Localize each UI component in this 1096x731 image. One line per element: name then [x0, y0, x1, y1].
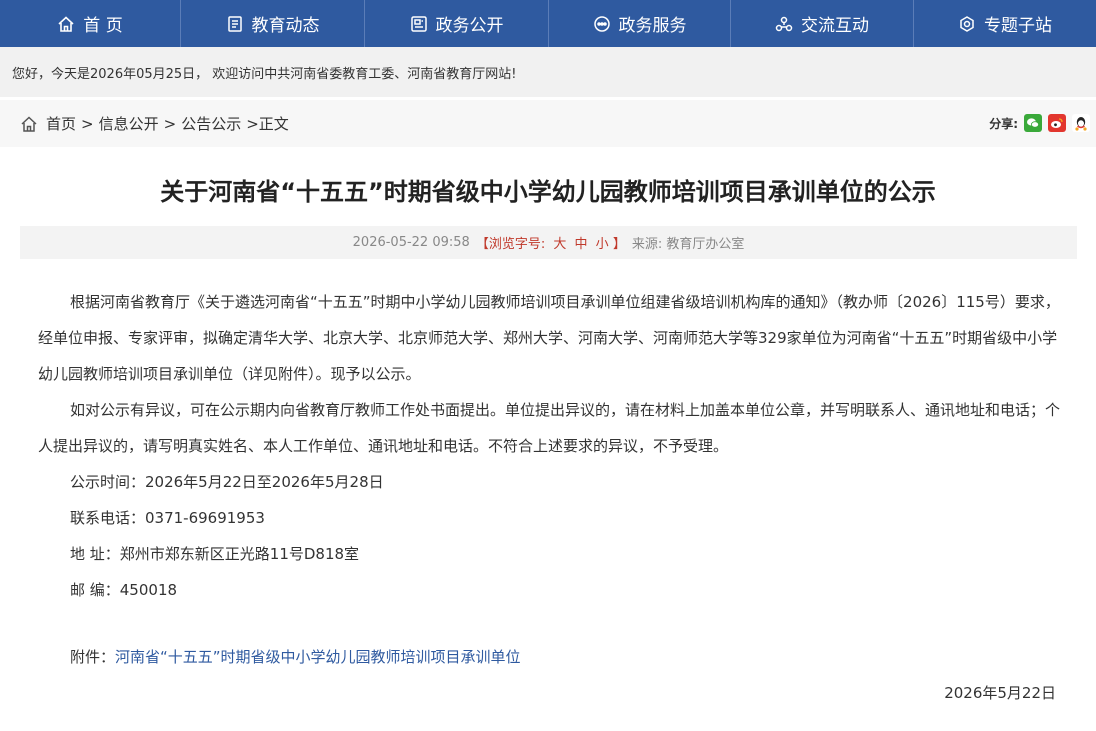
- home-icon: [57, 15, 75, 33]
- share-label: 分享:: [989, 116, 1018, 131]
- breadcrumb-info-public-link[interactable]: 信息公开: [99, 113, 159, 134]
- nav-item-home[interactable]: 首 页: [0, 0, 181, 47]
- welcome-text: 您好，今天是2026年05月25日， 欢迎访问中共河南省委教育工委、河南省教育厅…: [12, 66, 517, 82]
- attachment-label: 附件：: [70, 648, 116, 666]
- page-title: 关于河南省“十五五”时期省级中小学幼儿园教师培训项目承训单位的公示: [160, 178, 936, 206]
- nav-item-interaction[interactable]: 交流互动: [731, 0, 914, 47]
- font-size-close: 】: [612, 237, 626, 252]
- document-icon: [410, 15, 428, 33]
- nav-label: 首 页: [83, 16, 123, 36]
- nav-label: 专题子站: [984, 16, 1052, 36]
- article-body: 根据河南省教育厅《关于遴选河南省“十五五”时期中小学幼儿园教师培训项目承训单位组…: [38, 284, 1060, 608]
- paragraph-2: 如对公示有异议，可在公示期内向省教育厅教师工作处书面提出。单位提出异议的，请在材…: [38, 401, 1061, 455]
- article-source: 来源: 教育厅办公室: [631, 237, 745, 252]
- contact-postcode: 邮 编：450018: [70, 581, 178, 599]
- nav-item-gov-service[interactable]: 政务服务: [549, 0, 731, 47]
- nav-label: 政务服务: [618, 16, 687, 36]
- sign-date: 2026年5月22日: [944, 684, 1056, 702]
- top-nav: 首 页 教育动态 政务公开 政务服务 交流互动 专题子站: [0, 0, 1096, 47]
- contact-address: 地 址：郑州市郑东新区正光路11号D818室: [70, 545, 360, 563]
- breadcrumb-separator: >: [163, 114, 177, 133]
- breadcrumb-bar: 首页 > 信息公开 > 公告公示 > 正文 分享:: [0, 100, 1096, 147]
- interaction-icon: [775, 15, 793, 33]
- breadcrumb-home-link[interactable]: 首页: [46, 113, 76, 134]
- publicity-period: 公示时间：2026年5月22日至2026年5月28日: [70, 473, 384, 491]
- breadcrumb-announcement-link[interactable]: 公告公示: [181, 113, 241, 134]
- nav-label: 政务公开: [435, 16, 504, 36]
- font-size-medium-button[interactable]: 中: [575, 237, 588, 252]
- nav-item-topics[interactable]: 专题子站: [914, 0, 1096, 47]
- breadcrumb-current: 正文: [258, 115, 289, 133]
- font-size-label: 【浏览字号:: [475, 237, 546, 252]
- font-size-small-button[interactable]: 小: [596, 237, 609, 252]
- nav-label: 交流互动: [801, 16, 869, 36]
- topic-icon: [958, 15, 976, 33]
- home-icon: [20, 115, 38, 133]
- news-icon: [226, 15, 244, 33]
- breadcrumb: 首页 > 信息公开 > 公告公示 > 正文: [0, 113, 289, 134]
- welcome-bar: 您好，今天是2026年05月25日， 欢迎访问中共河南省委教育工委、河南省教育厅…: [0, 47, 1096, 97]
- breadcrumb-separator: >: [246, 114, 259, 133]
- nav-label: 教育动态: [251, 16, 320, 36]
- publish-datetime: 2026-05-22 09:58: [352, 235, 470, 250]
- attachment-link[interactable]: 河南省“十五五”时期省级中小学幼儿园教师培训项目承训单位: [115, 648, 521, 666]
- share-bar: 分享:: [989, 114, 1090, 132]
- breadcrumb-separator: >: [81, 114, 94, 133]
- service-icon: [593, 15, 611, 33]
- qq-share-icon[interactable]: [1072, 114, 1090, 132]
- article-meta: 2026-05-22 09:58 【浏览字号: 大 中 小 】 来源: 教育厅办…: [20, 226, 1077, 259]
- attachment: 附件：河南省“十五五”时期省级中小学幼儿园教师培训项目承训单位: [70, 646, 521, 667]
- nav-item-gov-public[interactable]: 政务公开: [365, 0, 549, 47]
- contact-phone: 联系电话：0371-69691953: [70, 509, 265, 527]
- paragraph-1: 根据河南省教育厅《关于遴选河南省“十五五”时期中小学幼儿园教师培训项目承训单位组…: [38, 293, 1060, 383]
- font-size-switcher: 【浏览字号: 大 中 小 】: [476, 233, 626, 252]
- font-size-large-button[interactable]: 大: [553, 237, 566, 252]
- weibo-share-icon[interactable]: [1048, 114, 1066, 132]
- nav-item-education-news[interactable]: 教育动态: [181, 0, 365, 47]
- wechat-share-icon[interactable]: [1024, 114, 1042, 132]
